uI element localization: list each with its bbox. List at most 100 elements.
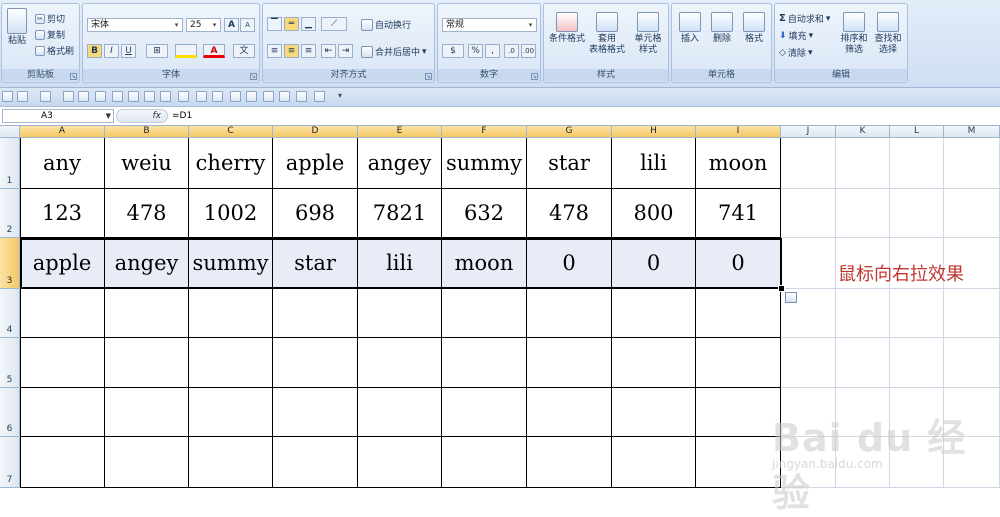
conditional-format-button[interactable]: 条件格式 <box>546 12 588 45</box>
cell-b7[interactable] <box>105 437 189 488</box>
cell-k1[interactable] <box>836 138 890 189</box>
cell-m5[interactable] <box>944 338 1000 388</box>
cut-button[interactable]: ✂ 剪切 <box>35 12 65 25</box>
cell-l1[interactable] <box>890 138 944 189</box>
cell-j2[interactable] <box>781 189 836 238</box>
camera-icon[interactable] <box>112 91 123 102</box>
cell-i2[interactable]: 741 <box>696 189 781 238</box>
cell-a3[interactable]: apple <box>20 238 105 289</box>
cell-f7[interactable] <box>442 437 527 488</box>
cell-h7[interactable] <box>612 437 696 488</box>
cell-d6[interactable] <box>273 388 358 437</box>
autofill-options-icon[interactable] <box>785 292 797 303</box>
undo-icon[interactable] <box>17 91 28 102</box>
cell-a7[interactable] <box>20 437 105 488</box>
cell-a6[interactable] <box>20 388 105 437</box>
increase-decimal-icon[interactable]: .0 <box>504 44 519 58</box>
cell-f4[interactable] <box>442 289 527 338</box>
save-icon[interactable] <box>2 91 13 102</box>
shrink-font-button[interactable]: A <box>240 18 255 32</box>
cell-m2[interactable] <box>944 189 1000 238</box>
cell-h6[interactable] <box>612 388 696 437</box>
cell-g6[interactable] <box>527 388 612 437</box>
column-header-c[interactable]: C <box>189 126 273 138</box>
cell-b1[interactable]: weiu <box>105 138 189 189</box>
cell-h1[interactable]: lili <box>612 138 696 189</box>
percent-button[interactable]: % <box>468 44 483 58</box>
border-icon[interactable]: ⊞ <box>146 44 168 58</box>
cell-k4[interactable] <box>836 289 890 338</box>
cell-m1[interactable] <box>944 138 1000 189</box>
cell-b2[interactable]: 478 <box>105 189 189 238</box>
chevron-down-icon[interactable]: ▾ <box>526 20 535 30</box>
grid-icon[interactable] <box>178 91 189 102</box>
column-header-m[interactable]: M <box>944 126 1000 138</box>
cell-styles-button[interactable]: 单元格 样式 <box>628 12 668 56</box>
cell-j3[interactable] <box>781 238 836 289</box>
cell-d1[interactable]: apple <box>273 138 358 189</box>
zoom-icon[interactable] <box>279 91 290 102</box>
align-right-icon[interactable]: ≡ <box>301 44 316 58</box>
column-header-e[interactable]: E <box>358 126 442 138</box>
wrap-text-button[interactable]: 自动换行 <box>361 18 411 31</box>
column-header-b[interactable]: B <box>105 126 189 138</box>
fill-handle[interactable] <box>778 285 785 292</box>
format-button[interactable]: 格式 <box>738 12 770 45</box>
cell-c3[interactable]: summy <box>189 238 273 289</box>
font-size-combo[interactable]: 25 ▾ <box>186 18 221 32</box>
cell-f6[interactable] <box>442 388 527 437</box>
align-middle-icon[interactable]: ═ <box>284 17 299 31</box>
cell-g2[interactable]: 478 <box>527 189 612 238</box>
align-left-icon[interactable]: ≡ <box>267 44 282 58</box>
currency-icon[interactable]: $ <box>442 44 464 58</box>
cell-g1[interactable]: star <box>527 138 612 189</box>
clipboard-icon[interactable] <box>246 91 257 102</box>
font-launcher-icon[interactable]: ↘ <box>250 73 257 80</box>
cell-i3[interactable]: 0 <box>696 238 781 289</box>
align-bottom-icon[interactable]: ▁ <box>301 17 316 31</box>
select-all-corner[interactable] <box>0 126 20 138</box>
open-icon[interactable] <box>95 91 106 102</box>
cell-d7[interactable] <box>273 437 358 488</box>
column-header-l[interactable]: L <box>890 126 944 138</box>
cell-i6[interactable] <box>696 388 781 437</box>
underline-button[interactable]: U <box>121 44 136 58</box>
column-header-i[interactable]: I <box>696 126 781 138</box>
cell-g5[interactable] <box>527 338 612 388</box>
cell-a5[interactable] <box>20 338 105 388</box>
chevron-down-icon[interactable]: ▾ <box>172 20 181 30</box>
cell-e6[interactable] <box>358 388 442 437</box>
fill-color-icon[interactable] <box>175 44 197 58</box>
increase-indent-icon[interactable]: ⇥ <box>338 44 353 58</box>
customize-toolbar-icon[interactable]: ▾ <box>338 91 342 100</box>
macro-icon[interactable] <box>296 91 307 102</box>
comma-button[interactable]: , <box>485 44 500 58</box>
cell-i1[interactable]: moon <box>696 138 781 189</box>
fill-button[interactable]: ⬇ 填充 ▾ <box>779 29 813 43</box>
row-header-6[interactable]: 6 <box>0 388 20 437</box>
format-as-table-button[interactable]: 套用 表格格式 <box>586 12 628 56</box>
cell-j5[interactable] <box>781 338 836 388</box>
column-header-a[interactable]: A <box>20 126 105 138</box>
print-preview-icon[interactable] <box>63 91 74 102</box>
cell-d3[interactable]: star <box>273 238 358 289</box>
cell-a4[interactable] <box>20 289 105 338</box>
cell-e7[interactable] <box>358 437 442 488</box>
cell-c2[interactable]: 1002 <box>189 189 273 238</box>
number-launcher-icon[interactable]: ↘ <box>531 73 538 80</box>
alignment-launcher-icon[interactable]: ↘ <box>425 73 432 80</box>
cell-f1[interactable]: summy <box>442 138 527 189</box>
clipboard-launcher-icon[interactable]: ↘ <box>70 73 77 80</box>
column-header-g[interactable]: G <box>527 126 612 138</box>
cell-e1[interactable]: angey <box>358 138 442 189</box>
grow-font-button[interactable]: A <box>224 18 239 32</box>
find-select-button[interactable]: 查找和 选择 <box>871 12 905 56</box>
orientation-icon[interactable]: ⟋ <box>321 17 347 31</box>
cell-f2[interactable]: 632 <box>442 189 527 238</box>
font-color-icon[interactable]: A <box>203 44 225 58</box>
table-icon[interactable] <box>160 91 171 102</box>
cell-k5[interactable] <box>836 338 890 388</box>
column-header-d[interactable]: D <box>273 126 358 138</box>
chart-icon[interactable] <box>128 91 139 102</box>
cell-e4[interactable] <box>358 289 442 338</box>
